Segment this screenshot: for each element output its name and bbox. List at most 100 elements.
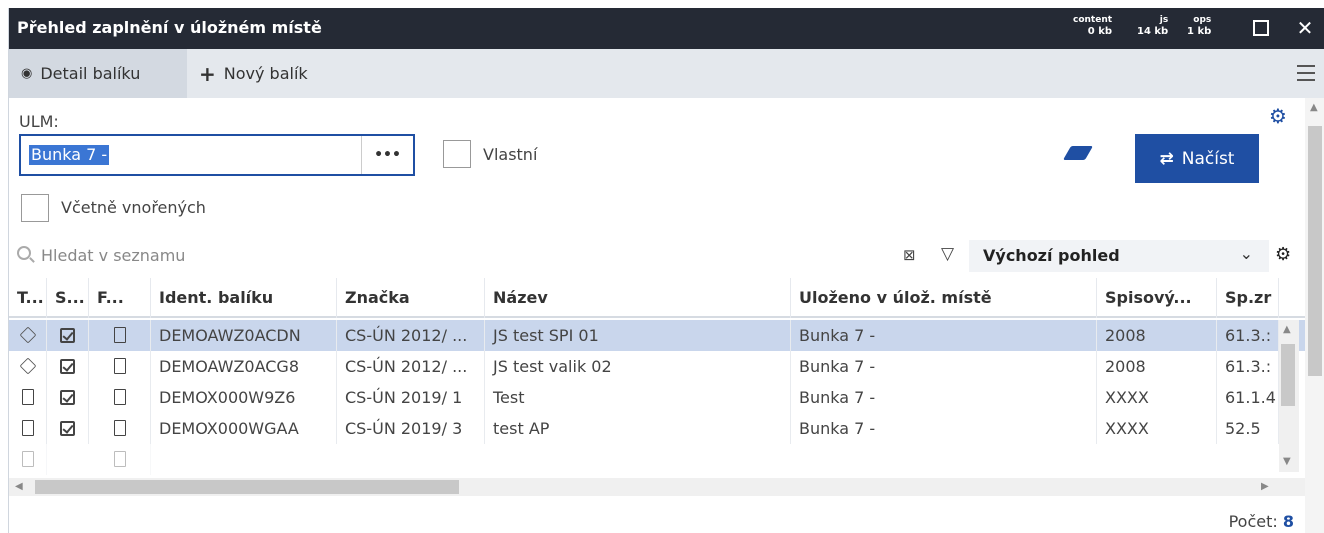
- year-cell: 2008: [1097, 351, 1217, 382]
- maximize-button[interactable]: [1249, 16, 1273, 40]
- package-icon: [19, 357, 36, 375]
- column-header[interactable]: S...: [47, 278, 89, 318]
- column-header[interactable]: Spisový...: [1097, 278, 1217, 318]
- name-cell: JS test SPI 01: [485, 320, 791, 351]
- year-cell: XXXX: [1097, 382, 1217, 413]
- close-button[interactable]: ✕: [1293, 16, 1317, 40]
- ident-cell: DEMOX000W9Z6: [151, 382, 337, 413]
- own-label: Vlastní: [483, 145, 538, 164]
- table-row[interactable]: DEMOAWZ0ACG8 CS-ÚN 2012/ ... JS test val…: [9, 351, 1305, 382]
- name-cell: Test: [485, 382, 791, 413]
- menu-icon[interactable]: [1297, 65, 1315, 86]
- scroll-down-icon[interactable]: ▼: [1283, 456, 1291, 467]
- settings-gear-icon[interactable]: ⚙: [1269, 104, 1287, 128]
- grid-horizontal-scroll-thumb[interactable]: [35, 480, 459, 494]
- grid-vertical-scroll-thumb[interactable]: [1281, 344, 1295, 406]
- eraser-icon[interactable]: [1062, 146, 1094, 160]
- column-header[interactable]: Značka: [337, 278, 485, 318]
- checked-icon: [60, 421, 75, 436]
- stored-cell: Bunka 7 -: [791, 382, 1097, 413]
- name-cell: JS test valik 02: [485, 351, 791, 382]
- window-title: Přehled zaplnění v úložném místě: [17, 18, 322, 37]
- checked-icon: [60, 359, 75, 374]
- spzr-cell: 52.5: [1217, 413, 1279, 444]
- stat-value: 0 kb: [1087, 26, 1113, 37]
- column-header[interactable]: Ident. balíku: [151, 278, 337, 318]
- scroll-up-icon[interactable]: ▲: [1283, 324, 1291, 335]
- ulm-value: Bunka 7 -: [29, 145, 110, 165]
- ulm-input[interactable]: Bunka 7 - •••: [19, 134, 415, 176]
- stored-cell: Bunka 7 -: [791, 351, 1097, 382]
- spzr-cell: 61.3.:: [1217, 320, 1279, 351]
- checked-icon: [60, 328, 75, 343]
- document-icon: [113, 389, 126, 405]
- stat-js: js 14 kb: [1137, 14, 1168, 38]
- nested-checkbox[interactable]: [21, 194, 49, 222]
- count-value: 8: [1282, 512, 1294, 531]
- file-cell: [89, 320, 151, 351]
- file-icon: [113, 358, 126, 374]
- excel-export-icon[interactable]: ⊠: [903, 246, 916, 264]
- column-header[interactable]: T...: [9, 278, 47, 318]
- panel-scroll-up-icon[interactable]: ▲: [1310, 102, 1318, 113]
- load-button[interactable]: ⇄ Načíst: [1135, 134, 1259, 183]
- tab-label: Detail balíku: [40, 64, 141, 83]
- package-icon: [19, 326, 36, 344]
- stored-cell: Bunka 7 -: [791, 413, 1097, 444]
- swap-icon: ⇄: [1159, 148, 1174, 169]
- mark-cell: CS-ÚN 2012/ ...: [337, 320, 485, 351]
- table-row-partial[interactable]: [9, 444, 1305, 475]
- spzr-cell: 61.3.:: [1217, 351, 1279, 382]
- column-header[interactable]: F...: [89, 278, 151, 318]
- data-grid: T... S... F... Ident. balíku Značka Náze…: [9, 278, 1305, 478]
- grid-header: T... S... F... Ident. balíku Značka Náze…: [9, 278, 1305, 318]
- ident-cell: DEMOX000WGAA: [151, 413, 337, 444]
- eye-icon: ◉: [21, 66, 33, 81]
- stat-label: js: [1159, 15, 1169, 25]
- own-checkbox[interactable]: [443, 140, 471, 168]
- panel-vertical-scroll-thumb[interactable]: [1308, 126, 1322, 376]
- document-icon: [21, 451, 34, 467]
- chevron-down-icon: ⌄: [1239, 244, 1253, 263]
- document-icon: [21, 420, 34, 436]
- view-select[interactable]: Výchozí pohled ⌄: [969, 240, 1269, 272]
- browse-button[interactable]: •••: [361, 136, 413, 174]
- table-row[interactable]: DEMOX000WGAA CS-ÚN 2019/ 3 test AP Bunka…: [9, 413, 1305, 444]
- filter-icon[interactable]: ▽: [941, 244, 954, 264]
- mark-cell: CS-ÚN 2019/ 1: [337, 382, 485, 413]
- title-bar: Přehled zaplnění v úložném místě content…: [9, 8, 1324, 49]
- window: Přehled zaplnění v úložném místě content…: [8, 8, 1324, 533]
- tab-detail[interactable]: ◉ Detail balíku: [9, 49, 187, 98]
- file-cell: [89, 444, 151, 475]
- maximize-icon: [1253, 20, 1269, 36]
- column-header[interactable]: Sp.zr: [1217, 278, 1279, 318]
- status-cell: [47, 413, 89, 444]
- scroll-left-icon[interactable]: ◀: [15, 481, 23, 492]
- scroll-right-icon[interactable]: ▶: [1261, 481, 1269, 492]
- status-cell: [47, 320, 89, 351]
- table-row[interactable]: DEMOAWZ0ACDN CS-ÚN 2012/ ... JS test SPI…: [9, 320, 1305, 351]
- stat-ops: ops 1 kb: [1187, 14, 1211, 38]
- grid-settings-icon[interactable]: ⚙: [1275, 244, 1291, 265]
- file-cell: [89, 351, 151, 382]
- stat-content: content 0 kb: [1073, 14, 1112, 38]
- ident-cell: DEMOAWZ0ACG8: [151, 351, 337, 382]
- type-cell: [9, 413, 47, 444]
- tab-label: Nový balík: [223, 64, 308, 83]
- stat-label: content: [1073, 15, 1113, 25]
- file-icon: [113, 327, 126, 343]
- search-row: Hledat v seznamu ⊠ ▽ Výchozí pohled ⌄ ⚙: [9, 240, 1305, 274]
- column-header[interactable]: Název: [485, 278, 791, 318]
- tab-new-package[interactable]: + Nový balík: [187, 49, 308, 98]
- count-label: Počet:: [1228, 512, 1278, 531]
- search-input[interactable]: Hledat v seznamu: [41, 240, 327, 272]
- name-cell: test AP: [485, 413, 791, 444]
- table-row[interactable]: DEMOX000W9Z6 CS-ÚN 2019/ 1 Test Bunka 7 …: [9, 382, 1305, 413]
- stat-label: ops: [1193, 15, 1212, 25]
- status-cell: [47, 351, 89, 382]
- plus-icon: +: [199, 61, 216, 86]
- file-cell: [89, 382, 151, 413]
- year-cell: XXXX: [1097, 413, 1217, 444]
- column-header[interactable]: Uloženo v úlož. místě: [791, 278, 1097, 318]
- type-cell: [9, 444, 47, 475]
